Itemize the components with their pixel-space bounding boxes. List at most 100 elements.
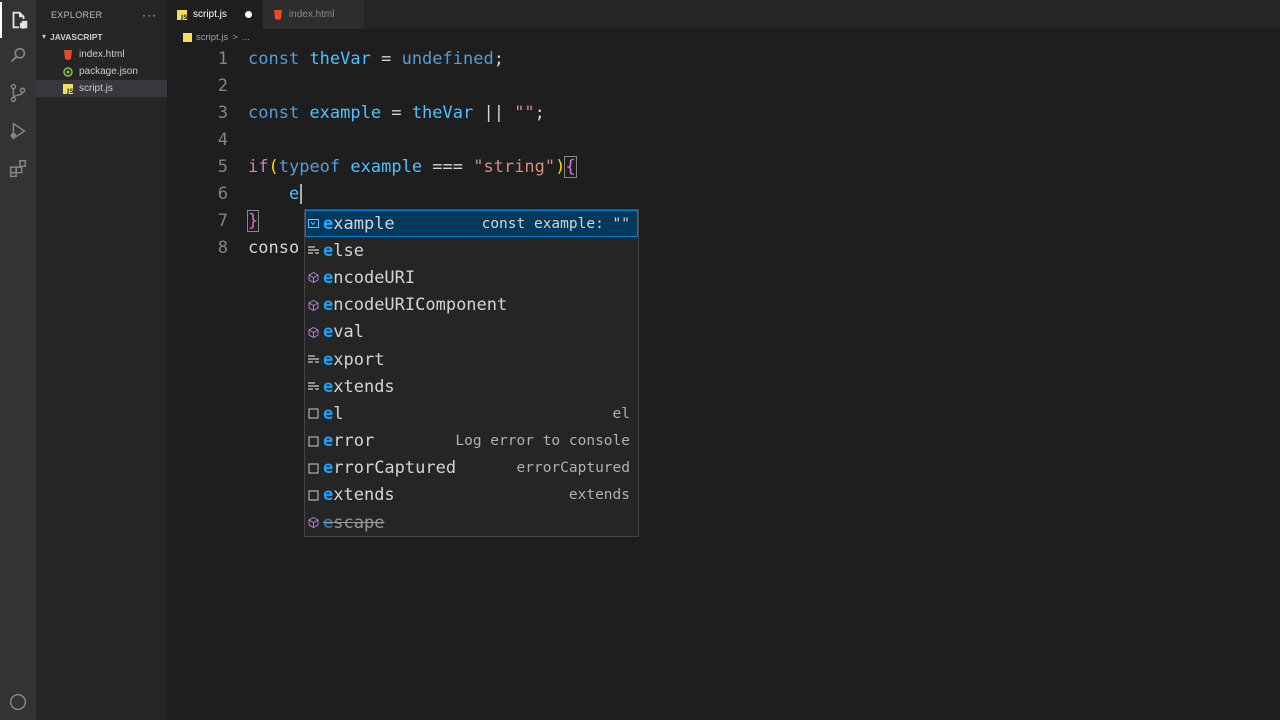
suggestion-item[interactable]: encodeURIComponent [305, 292, 638, 319]
keyword-icon [308, 245, 319, 256]
search-icon[interactable] [0, 38, 36, 74]
code-line: 3 const example = theVar || ""; [167, 99, 1280, 126]
js-file-icon [182, 32, 192, 42]
tab-bar: JS script.js index.html [167, 0, 1280, 29]
svg-text:JS: JS [66, 88, 73, 94]
variable-icon [308, 218, 319, 229]
suggestion-detail: el [612, 405, 630, 422]
account-icon[interactable] [0, 684, 36, 720]
suggestion-detail: const example: "" [481, 215, 630, 232]
suggestion-item[interactable]: extends [305, 373, 638, 400]
suggestion-item[interactable]: encodeURI [305, 264, 638, 291]
suggestion-item[interactable]: errorCaptured errorCaptured [305, 455, 638, 482]
suggestion-item[interactable]: escape [305, 509, 638, 536]
line-content: if(typeof example === "string"){ [248, 155, 577, 178]
js-file-icon: JS [177, 9, 187, 20]
tab-index-html[interactable]: index.html [262, 0, 366, 29]
suggestion-item[interactable]: extends extends [305, 482, 638, 509]
code-line: 5 if(typeof example === "string"){ [167, 153, 1280, 180]
file-item-package-json[interactable]: package.json [36, 63, 167, 80]
module-icon [308, 272, 319, 284]
suggestion-label: eval [323, 322, 364, 343]
code-line: 1 const theVar = undefined; [167, 45, 1280, 72]
npm-file-icon [63, 66, 73, 77]
file-item-script-js[interactable]: JS script.js [36, 80, 167, 97]
snippet-icon [308, 463, 319, 474]
suggestion-detail: Log error to console [455, 433, 630, 450]
explorer-header: EXPLORER ··· [36, 0, 167, 30]
suggestion-item[interactable]: el el [305, 400, 638, 427]
tab-label: script.js [193, 9, 227, 20]
line-content: e [248, 183, 303, 204]
breadcrumb-file[interactable]: script.js [196, 32, 228, 43]
svg-text:JS: JS [180, 14, 187, 20]
explorer-title: EXPLORER [51, 10, 103, 20]
breadcrumb: script.js > ... [167, 29, 250, 45]
suggestion-item[interactable]: export [305, 346, 638, 373]
line-number: 4 [217, 129, 228, 150]
line-content: conso [248, 237, 300, 258]
line-content: const theVar = undefined; [248, 48, 504, 69]
file-name: package.json [79, 66, 138, 77]
code-line: 6 e [167, 180, 1280, 207]
suggestion-label: errorCaptured [323, 458, 457, 479]
text-cursor [300, 183, 303, 204]
file-tree: index.html package.json JS script.js [36, 46, 167, 97]
extensions-icon[interactable] [0, 151, 36, 187]
keyword-icon [308, 381, 319, 392]
html-file-icon [63, 49, 73, 60]
suggestion-label: extends [323, 376, 395, 397]
explorer-icon[interactable]: 1 [0, 2, 36, 38]
explorer-sidebar: EXPLORER ··· ▾ JAVASCRIPT index.html pac… [36, 0, 167, 720]
suggestion-label: else [323, 240, 364, 261]
folder-section-javascript[interactable]: ▾ JAVASCRIPT [36, 30, 167, 43]
suggestion-label: encodeURI [323, 267, 416, 288]
more-actions-icon[interactable]: ··· [142, 8, 157, 22]
suggestion-item[interactable]: error Log error to console [305, 428, 638, 455]
module-icon [308, 326, 319, 338]
keyword-icon [308, 354, 319, 365]
suggestion-label: export [323, 349, 385, 370]
breadcrumb-separator: > [232, 31, 238, 43]
line-number: 2 [217, 75, 228, 96]
line-number: 7 [217, 210, 228, 231]
module-icon [308, 299, 319, 311]
svg-text:1: 1 [21, 22, 25, 30]
line-number: 8 [217, 237, 228, 258]
line-number: 1 [217, 48, 228, 69]
suggestion-label: el [323, 403, 344, 424]
line-number: 5 [217, 156, 228, 177]
breadcrumb-symbol[interactable]: ... [242, 32, 250, 43]
file-name: index.html [79, 49, 125, 60]
module-icon [308, 517, 319, 529]
file-name: script.js [79, 83, 113, 94]
file-item-index-html[interactable]: index.html [36, 46, 167, 63]
suggestion-detail: errorCaptured [516, 460, 631, 477]
suggestion-item[interactable]: else [305, 237, 638, 264]
activity-bar: 1 [0, 0, 36, 720]
suggestion-item[interactable]: example const example: "" [305, 210, 638, 238]
line-number: 6 [217, 183, 228, 204]
suggestion-label: error [323, 431, 375, 452]
tab-label: index.html [288, 9, 335, 20]
js-file-icon: JS [63, 83, 73, 94]
line-content: } [246, 209, 260, 232]
suggestion-label: example [323, 213, 395, 234]
suggestion-detail: extends [568, 487, 630, 504]
code-line: 4 [167, 126, 1280, 153]
suggestion-label: extends [323, 485, 395, 506]
code-line: 2 [167, 72, 1280, 99]
line-number: 3 [217, 102, 228, 123]
suggestion-label: encodeURIComponent [323, 295, 508, 316]
suggestion-item[interactable]: eval [305, 319, 638, 346]
autocomplete-suggest-widget: example const example: "" else encodeURI enc… [304, 209, 639, 537]
run-debug-icon[interactable] [0, 113, 36, 149]
unsaved-dot-icon[interactable] [244, 11, 252, 18]
snippet-icon [308, 408, 319, 419]
tab-script-js[interactable]: JS script.js [167, 0, 263, 29]
chevron-down-icon: ▾ [41, 32, 46, 41]
html-file-icon [273, 9, 283, 20]
source-control-icon[interactable] [0, 75, 36, 111]
folder-name: JAVASCRIPT [50, 31, 103, 42]
snippet-icon [308, 490, 319, 501]
